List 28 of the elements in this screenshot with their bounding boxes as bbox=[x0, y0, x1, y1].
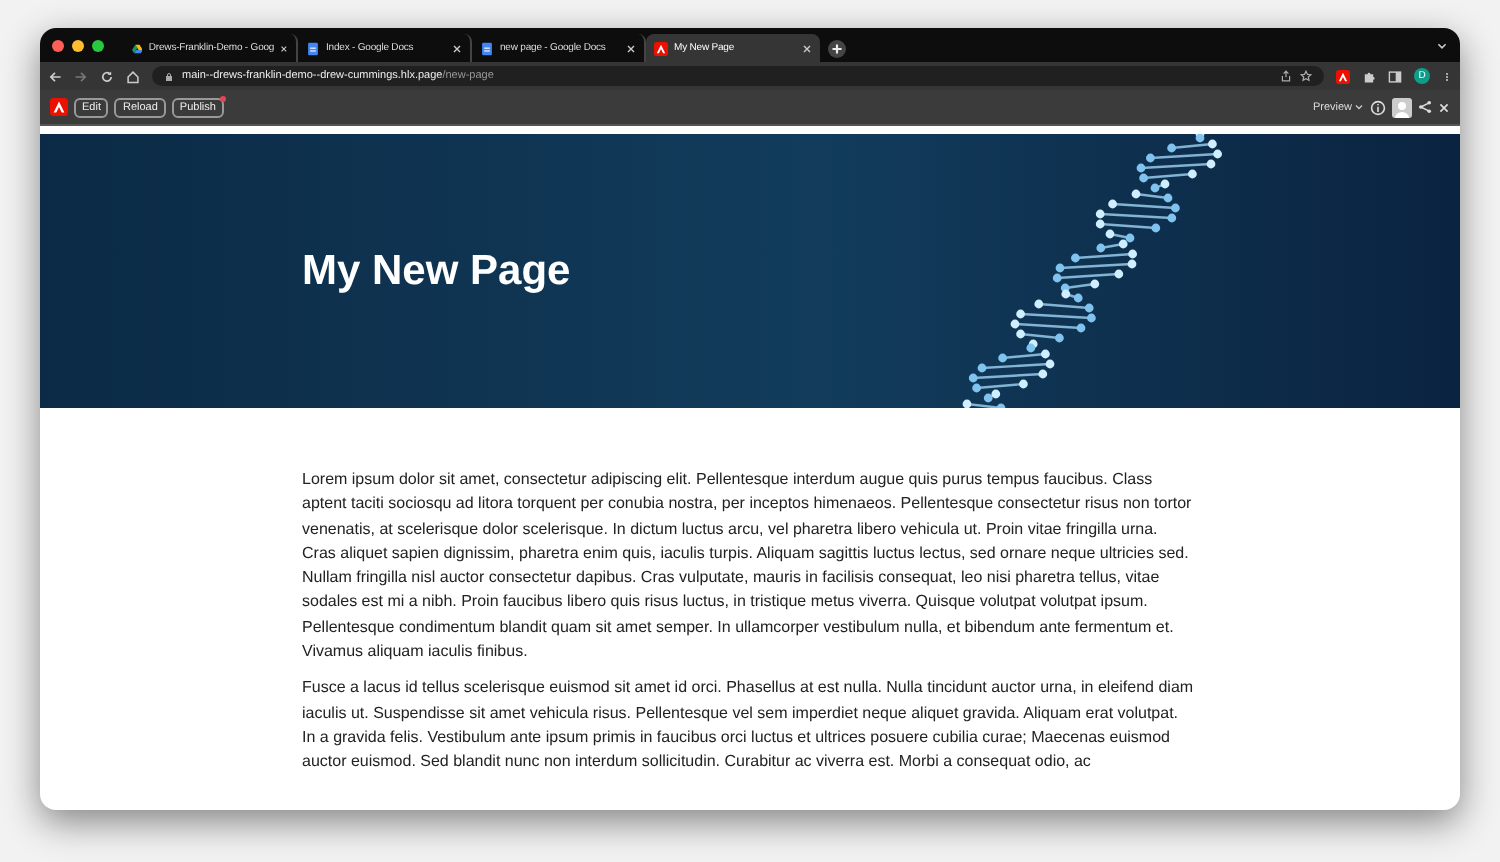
reload-icon[interactable] bbox=[100, 69, 114, 83]
close-icon[interactable] bbox=[802, 43, 812, 53]
letter-a-logo-icon[interactable] bbox=[50, 98, 68, 116]
close-icon[interactable] bbox=[626, 43, 636, 53]
hero-title: My New Page bbox=[302, 247, 571, 295]
document-icon bbox=[306, 41, 320, 55]
letter-a-logo-icon[interactable] bbox=[1336, 69, 1350, 83]
lock-icon bbox=[164, 71, 174, 81]
forward-arrow-icon[interactable] bbox=[74, 69, 88, 83]
plus-icon[interactable] bbox=[828, 40, 846, 58]
info-icon[interactable] bbox=[1370, 99, 1386, 115]
close-icon[interactable] bbox=[1438, 101, 1450, 113]
back-arrow-icon[interactable] bbox=[48, 69, 62, 83]
star-icon[interactable] bbox=[1300, 70, 1312, 82]
puzzle-piece-icon[interactable] bbox=[1362, 69, 1376, 83]
close-icon[interactable] bbox=[280, 43, 288, 53]
home-icon[interactable] bbox=[126, 69, 140, 83]
triangle-logo-icon bbox=[132, 41, 143, 55]
side-panel-icon[interactable] bbox=[1388, 69, 1402, 83]
chevron-down-icon[interactable] bbox=[1436, 40, 1448, 52]
body-paragraph: Lorem ipsum dolor sit amet, consectetur adipiscing elit. Pellentesque interdum augue quis purus tempus faucibus. Class aptent taciti sociosqu ad litora torquent per conubia nostra, per inceptos himenaeos. Pellentesque consectetur risus non tortor venenatis, at scelerisque dolor scelerisque. In dictum luctus arcu, vel pharetra libero vehicula ut. Proin vitae fringilla urna. Cras aliquet sapien dignissim, pharetra enim quis, iaculis turpis. Aliquam sagittis luctus lectus, sed ornare neque ultricies sed. Nullam fringilla nisl auctor consectetur dapibus. Cras vulputate, mauris in facilisis consequat, leo nisi pharetra tellus, vitae sodales est mi a nibh. Proin faucibus libero quis risus luctus, in tristique metus viverra. Quisque volutpat volutpat ipsum. Pellentesque condimentum blandit quam sit amet semper. In ullamcorper vestibulum nulla, et bibendum ante fermentum et. Vivamus aliquam iaculis finibus. bbox=[302, 468, 1194, 665]
body-paragraph: Fusce a lacus id tellus scelerisque euismod sit amet id orci. Phasellus at est nulla. Nulla tincidunt auctor urna, in eleifend diam iaculis ut. Suspendisse sit amet vehicula risus. Pellentesque vel sem imperdiet neque aliquet gravida. Aliquam erat volutpat. In a gravida felis. Vestibulum ante ipsum primis in faucibus orci luctus et ultrices posuere cubilia curae; Maecenas euismod auctor euismod. Sed blandit nunc non interdum sollicitudin. Curabitur ac viverra est. Morbi a consequat odio, ac bbox=[302, 676, 1194, 775]
share-icon[interactable] bbox=[1280, 70, 1292, 82]
letter-a-logo-icon bbox=[654, 41, 668, 55]
user-avatar-icon[interactable] bbox=[1392, 97, 1412, 117]
chevron-down-icon bbox=[1354, 102, 1364, 112]
close-icon[interactable] bbox=[452, 43, 462, 53]
document-icon bbox=[480, 41, 494, 55]
